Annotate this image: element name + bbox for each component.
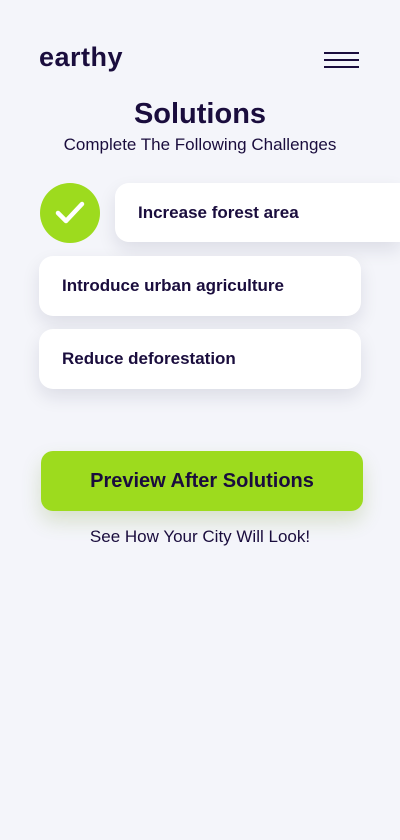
- challenge-label: Increase forest area: [138, 202, 299, 222]
- page-title: Solutions: [133, 98, 267, 130]
- hamburger-menu-icon[interactable]: [324, 52, 360, 70]
- app-logo: earthy: [39, 42, 124, 72]
- challenge-label: Introduce urban agriculture: [62, 276, 284, 295]
- page-subtitle: Complete The Following Challenges: [63, 135, 337, 154]
- preview-after-solutions-button[interactable]: Preview After Solutions: [41, 451, 363, 511]
- checkmark-icon: [40, 183, 100, 243]
- challenge-card-increase-forest-area[interactable]: Increase forest area: [115, 183, 400, 242]
- challenge-card-introduce-urban-agriculture[interactable]: Introduce urban agriculture: [39, 256, 361, 316]
- preview-caption: See How Your City Will Look!: [89, 527, 311, 546]
- challenge-label: Reduce deforestation: [62, 349, 236, 368]
- challenge-card-reduce-deforestation[interactable]: Reduce deforestation: [39, 329, 361, 389]
